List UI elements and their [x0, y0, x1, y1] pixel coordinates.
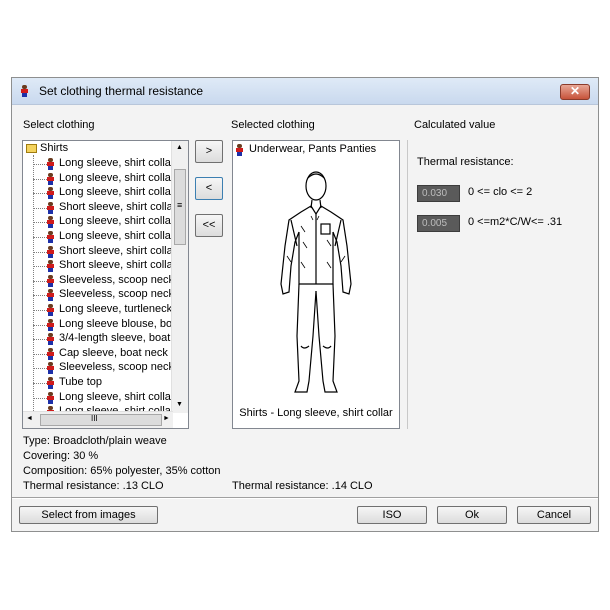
- folder-icon: [26, 144, 37, 153]
- vertical-scroll-thumb[interactable]: ≡: [174, 169, 186, 245]
- person-icon: [47, 172, 54, 185]
- tree-item-label: Long sleeve, turtleneck blo: [59, 303, 189, 315]
- scroll-up-arrow[interactable]: ▲: [176, 144, 183, 151]
- calculated-panel: Thermal resistance: 0.030 0 <= clo <= 2 …: [407, 140, 591, 429]
- horizontal-scroll-thumb[interactable]: III: [40, 414, 162, 426]
- person-icon: [47, 362, 54, 375]
- window-title: Set clothing thermal resistance: [39, 84, 204, 98]
- select-clothing-heading: Select clothing: [23, 119, 95, 131]
- horizontal-scrollbar[interactable]: ◄ III ►: [23, 411, 173, 428]
- scroll-grip-icon: ≡: [177, 200, 183, 210]
- person-icon: [47, 158, 54, 170]
- tree-item-label: 3/4-length sleeve, boat ne: [59, 332, 186, 345]
- remove-button[interactable]: <: [195, 177, 223, 200]
- tree-item-label: Long sleeve blouse, bow ti: [59, 317, 189, 330]
- person-icon: [47, 260, 54, 273]
- person-icon: [47, 377, 54, 389]
- si-range-label: 0 <=m2*C/W<= .31: [468, 216, 563, 228]
- clothing-tree[interactable]: Shirts Long sleeve, shirt collar Long sle…: [22, 140, 189, 429]
- iso-button[interactable]: ISO: [357, 506, 427, 524]
- person-icon: [47, 245, 54, 258]
- add-button[interactable]: >: [195, 140, 223, 163]
- clothing-figure-illustration: [280, 171, 352, 393]
- tree-item-label: Tube top: [59, 376, 103, 388]
- covering-text: Covering: 30 %: [23, 450, 99, 462]
- person-icon: [47, 231, 54, 243]
- tree-item-label: Short sleeve, shirt collar: [59, 259, 177, 272]
- tree-item-label: Long sleeve, shirt collar: [59, 215, 175, 228]
- person-icon: [47, 216, 54, 229]
- clo-value-field[interactable]: 0.030: [417, 185, 460, 202]
- dialog-window: Set clothing thermal resistance ✕ Select…: [11, 77, 599, 532]
- person-icon: [47, 187, 54, 200]
- tree-item-label: Sleeveless, scoop neck bl: [59, 288, 186, 301]
- tree-item-label: Long sleeve, shirt collar: [59, 157, 175, 169]
- tree-item-label: Long sleeve, shirt collar: [59, 230, 175, 242]
- type-text: Type: Broadcloth/plain weave: [23, 435, 167, 447]
- tree-item-label: Long sleeve, shirt collar: [59, 186, 175, 199]
- person-icon: [47, 289, 54, 302]
- person-icon: [47, 201, 54, 214]
- remove-all-button[interactable]: <<: [195, 214, 223, 237]
- selected-item-label: Underwear, Pants Panties: [249, 143, 377, 155]
- ok-button[interactable]: Ok: [437, 506, 507, 524]
- footer-divider: [12, 497, 598, 499]
- calculated-value-heading: Calculated value: [414, 119, 496, 131]
- person-icon: [236, 144, 243, 156]
- figure-caption: Shirts - Long sleeve, shirt collar: [239, 407, 393, 419]
- thermal-resistance-label: Thermal resistance:: [417, 156, 514, 168]
- thermal-resistance-right: Thermal resistance: .14 CLO: [232, 480, 373, 492]
- person-icon: [47, 333, 54, 346]
- thermal-resistance-left: Thermal resistance: .13 CLO: [23, 480, 164, 492]
- composition-text: Composition: 65% polyester, 35% cotton: [23, 465, 221, 477]
- si-value-field[interactable]: 0.005: [417, 215, 460, 232]
- tree-root-label: Shirts: [40, 142, 69, 154]
- selected-clothing-heading: Selected clothing: [231, 119, 315, 131]
- scroll-right-arrow[interactable]: ►: [163, 415, 170, 422]
- person-icon: [47, 318, 54, 331]
- tree-item-label: Long sleeve, shirt collar: [59, 390, 175, 403]
- person-icon: [47, 274, 54, 287]
- scroll-down-arrow[interactable]: ▼: [176, 401, 183, 408]
- person-icon: [21, 85, 28, 97]
- selected-clothing-panel[interactable]: Underwear, Pants Panties Shirts - Long s…: [232, 140, 400, 429]
- cancel-button[interactable]: Cancel: [517, 506, 591, 524]
- person-icon: [47, 304, 54, 316]
- vertical-scrollbar[interactable]: ▲ ≡ ▼: [171, 141, 188, 413]
- person-icon: [47, 391, 54, 404]
- tree-item-label: Sleeveless, scoop neck: [59, 361, 174, 374]
- close-button[interactable]: ✕: [560, 84, 590, 100]
- person-icon: [47, 347, 54, 360]
- tree-guide-line: [33, 155, 34, 417]
- clo-range-label: 0 <= clo <= 2: [468, 186, 533, 198]
- tree-item-label: Sleeveless, scoop neck bl: [59, 273, 186, 286]
- tree-item-label: Short sleeve, shirt collar: [59, 244, 177, 257]
- select-from-images-button[interactable]: Select from images: [19, 506, 158, 524]
- title-bar[interactable]: Set clothing thermal resistance ✕: [12, 78, 598, 105]
- scroll-left-arrow[interactable]: ◄: [26, 415, 33, 422]
- scroll-grip-h-icon: III: [91, 414, 98, 423]
- tree-item-label: Long sleeve, shirt collar: [59, 171, 175, 184]
- tree-item-label: Cap sleeve, boat neck: [59, 346, 168, 359]
- tree-item-label: Short sleeve, shirt collar: [59, 200, 177, 213]
